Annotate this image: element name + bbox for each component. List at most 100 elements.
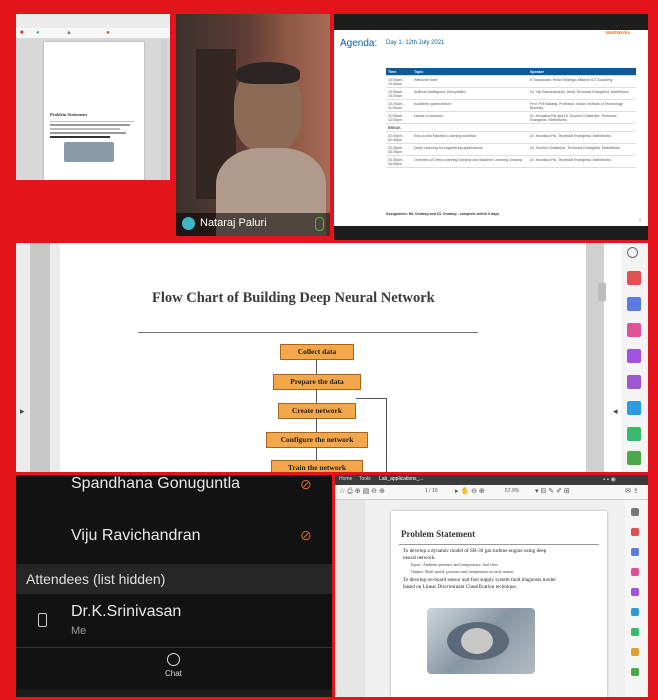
share-icon[interactable]: ✉ ⇪ (625, 487, 639, 495)
edit-pdf-icon[interactable] (627, 323, 641, 337)
agenda-cell-speaker: Dr. Monalisa Pal, Technical Evangelist, … (528, 155, 636, 168)
agenda-cell-topic (412, 123, 528, 132)
agenda-slide-tile[interactable]: Agenda: Day 1- 12th July 2021 MathWorks … (334, 14, 648, 240)
chat-button[interactable]: Chat (154, 651, 194, 685)
mathworks-logo: MathWorks (606, 30, 631, 35)
phone-icon (38, 613, 47, 627)
agenda-cell-topic: Deep Learning for engineering applicatio… (412, 143, 528, 156)
main-shared-screen[interactable]: ▸ ◂ Flow Chart of Building Deep Neural N… (16, 243, 648, 472)
self-name: Dr.K.Srinivasan (71, 603, 182, 620)
turbine-engine-image (427, 608, 535, 674)
agenda-cell-time: 02:00pm - 02:45pm (386, 131, 412, 144)
window-controls-icon[interactable]: ▪ ▪ ◉ (603, 476, 616, 483)
agenda-cell-speaker: Dr. Sourish Chatterjee, Technical Evange… (528, 143, 636, 156)
thumb-line (50, 132, 126, 134)
tab-tools[interactable]: Tools (359, 476, 371, 482)
thumb-line (50, 121, 134, 122)
thumb-toolbar-2: ■ ● ▲ ● (16, 28, 170, 38)
col-time: Time (386, 68, 412, 76)
tab-home[interactable]: Home (339, 476, 352, 482)
self-attendee-row[interactable]: Dr.K.Srinivasan Me (16, 597, 332, 647)
chat-icon (167, 653, 180, 666)
pdf-organize-icon[interactable] (631, 608, 639, 616)
mic-on-icon[interactable] (315, 217, 324, 231)
collapse-right-icon[interactable]: ◂ (613, 406, 618, 417)
pdf-search-icon[interactable] (631, 508, 639, 516)
agenda-cell-time: 10:05am - 10:20am (386, 87, 412, 100)
page-indicator[interactable]: 1 / 10 (425, 488, 438, 494)
mic-off-icon[interactable]: ⊘ (300, 527, 312, 544)
agenda-cell-time: 11:00am - 12:00pm (386, 111, 412, 124)
thumb-slide-title: Problem Statement (50, 112, 88, 117)
attendee-row[interactable]: Spandhana Gonuguntla ⊘ (16, 475, 332, 497)
pdf-sub-bullet-1: Input : Ambient pressure and temperature… (411, 562, 498, 567)
col-speaker: Speaker (528, 68, 636, 76)
more-tools-icon[interactable] (627, 451, 641, 465)
agenda-row: 02:45pm - 03:30pm Deep Learning for engin… (386, 143, 636, 156)
agenda-cell-topic: Academic guest lecture (412, 99, 528, 112)
agenda-cell-topic: End-to-end Machine Learning workflow (412, 131, 528, 144)
agenda-cell-time: 10:20am - 11:00am (386, 99, 412, 112)
agenda-cell-time: 02:45pm - 03:30pm (386, 143, 412, 156)
pdf-title-underline (399, 544, 599, 545)
mic-off-icon[interactable]: ⊘ (300, 476, 312, 493)
divider (16, 647, 332, 648)
thumb-scrollbar[interactable] (161, 40, 167, 180)
flowchart-arrow (316, 359, 317, 374)
flowchart-arrow (316, 389, 317, 403)
right-gutter (586, 243, 604, 472)
pdf-more-icon[interactable] (631, 668, 639, 676)
pdf-sub-bullet-2: Output: Shaft speed, pressure and temper… (411, 569, 514, 574)
agenda-page-number: 2 (639, 217, 642, 222)
pdf-comment-icon[interactable] (631, 588, 639, 596)
flowchart-step: Collect data (280, 344, 354, 360)
thumb-slide: Problem Statement (44, 42, 144, 180)
attendees-section-header[interactable]: Attendees (list hidden) (16, 564, 332, 594)
tab-document[interactable]: Lab_applications_... (379, 476, 423, 482)
pdf-export-icon[interactable] (631, 528, 639, 536)
agenda-title: Agenda: (340, 38, 378, 49)
organize-pages-icon[interactable] (627, 401, 641, 415)
expand-left-icon[interactable]: ▸ (20, 406, 25, 417)
pdf-compress-icon[interactable] (631, 628, 639, 636)
search-icon[interactable] (627, 247, 638, 258)
export-pdf-icon[interactable] (627, 271, 641, 285)
agenda-cell-speaker: Prof. P.M Nataraj, Professor, Indian Ins… (528, 99, 636, 112)
vertical-scroll-thumb[interactable] (598, 283, 606, 301)
pdf-edit-icon[interactable] (631, 568, 639, 576)
thumb-tool-icon-2: ▲ (66, 30, 72, 36)
agenda-slide: Agenda: Day 1- 12th July 2021 MathWorks … (334, 30, 648, 226)
agenda-footer: Assignment: ML Onramp and DL Onramp - co… (386, 212, 500, 216)
agenda-subtitle: Day 1- 12th July 2021 (386, 40, 445, 46)
attendee-row[interactable]: Viju Ravichandran ⊘ (16, 523, 332, 553)
loop-arrow-right (386, 398, 387, 472)
toolbar-icons[interactable]: ☆ ⎙ ⊕ ▤ ⊖ ⊕ (339, 487, 385, 496)
agenda-cell-topic: Hands-on session (412, 111, 528, 124)
screen-share-thumbnail[interactable]: ■ ● ▲ ● Problem Statement (16, 14, 170, 180)
attendees-panel[interactable]: Spandhana Gonuguntla ⊘ Viju Ravichandran… (16, 475, 332, 697)
fill-sign-icon[interactable] (627, 375, 641, 389)
thumb-line (50, 124, 130, 126)
comment-icon[interactable] (627, 349, 641, 363)
annotation-icons[interactable]: ▾ ⊟ ✎ ✐ ⊞ (535, 487, 570, 495)
compress-pdf-icon[interactable] (627, 427, 641, 441)
pdf-viewer-tile[interactable]: Home Tools Lab_applications_... ▪ ▪ ◉ ☆ … (335, 475, 648, 697)
agenda-cell-speaker: Dr. Monalisa Pal, Technical Evangelist, … (528, 131, 636, 144)
tools-pane (621, 243, 648, 472)
zoom-level[interactable]: 57.9% (505, 488, 519, 494)
agenda-cell-speaker: Dr. Viju Ravichandran, Head Technical Ev… (528, 87, 636, 100)
pdf-create-icon[interactable] (631, 548, 639, 556)
agenda-cell-speaker: K Saravanan, Head Strategic Alliance ICT… (528, 75, 636, 88)
flowchart-step: Create network (278, 403, 356, 419)
navigation-icons[interactable]: ▸ ✋ ⊖ ⊕ (455, 487, 485, 495)
turbine-core (461, 628, 493, 654)
pdf-bullet-1: To develop a dynamic model of SB-30 gas … (403, 548, 547, 561)
speaking-indicator-icon (182, 217, 195, 230)
create-pdf-icon[interactable] (627, 297, 641, 311)
thumb-engine-image (64, 142, 114, 162)
participant-video-tile[interactable]: Nataraj Paluri (176, 14, 330, 236)
thumb-line (50, 136, 110, 138)
pdf-slide-title: Problem Statement (401, 529, 476, 539)
pdf-protect-icon[interactable] (631, 648, 639, 656)
pdf-left-gutter (335, 500, 365, 697)
